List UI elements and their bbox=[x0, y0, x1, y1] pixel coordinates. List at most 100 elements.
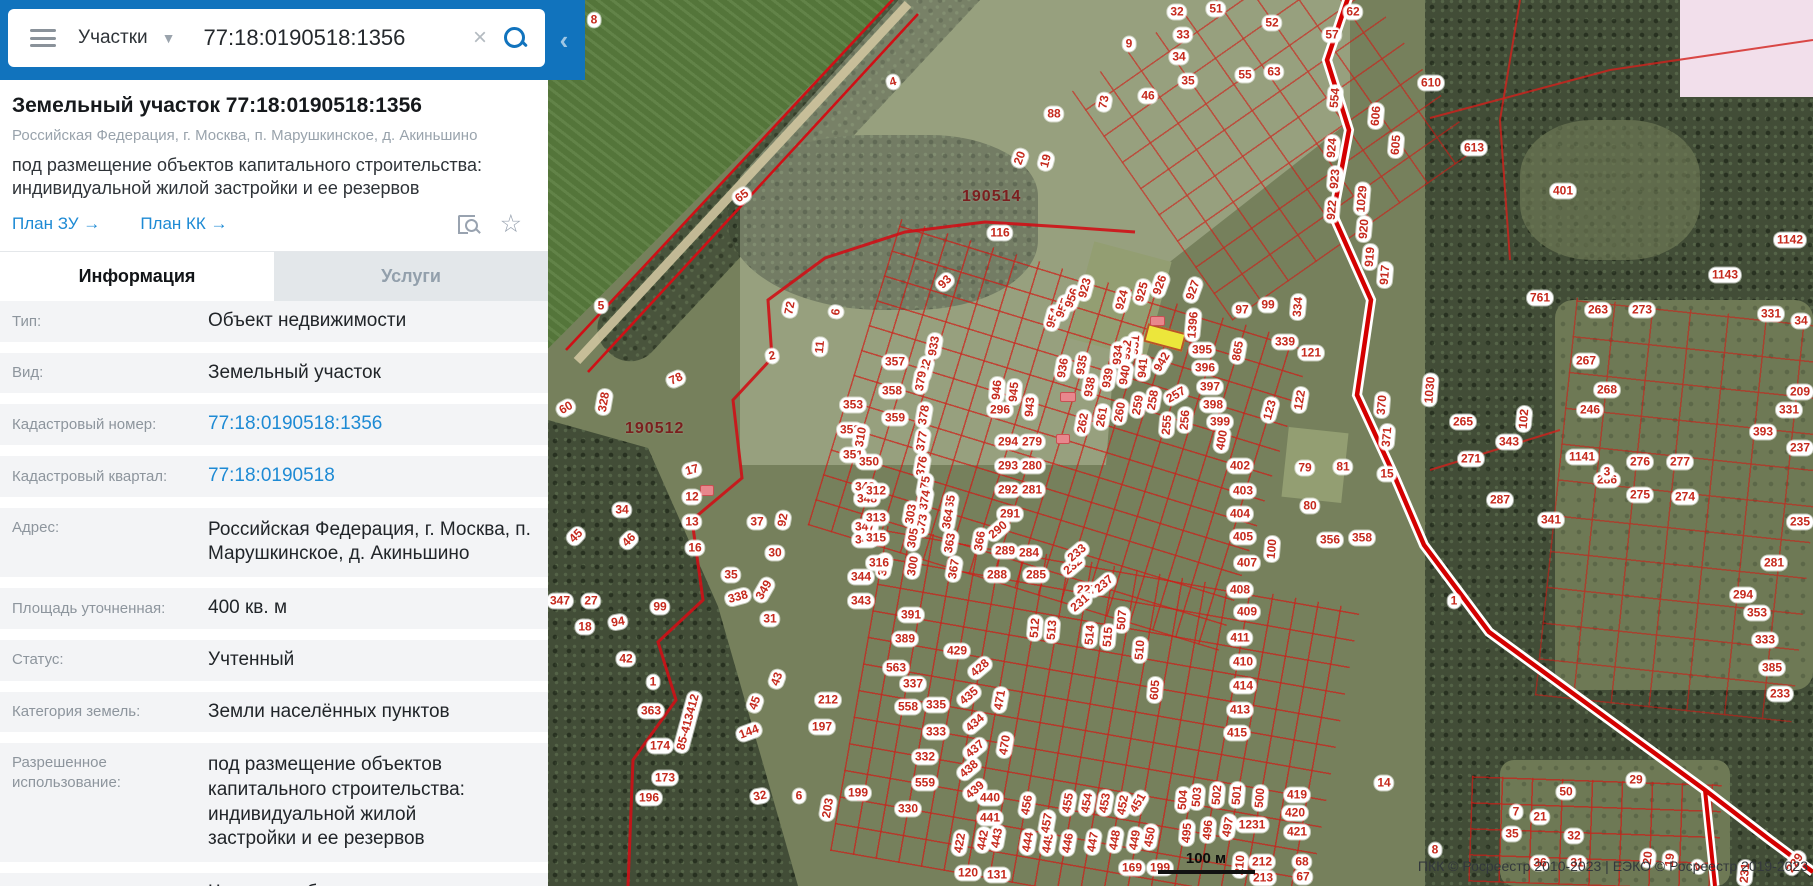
parcel-label: 55 bbox=[1235, 67, 1255, 83]
chevron-down-icon[interactable]: ▼ bbox=[162, 30, 176, 46]
parcel-label: 338 bbox=[723, 586, 753, 608]
parcel-label: 34 bbox=[612, 502, 632, 518]
parcel-label: 452 bbox=[1113, 790, 1133, 820]
parcel-label: 349 bbox=[750, 574, 778, 606]
parcel-label: 267 bbox=[1572, 353, 1600, 369]
parcel-label: 305 bbox=[903, 523, 923, 553]
parcel-label: 356 bbox=[1316, 532, 1344, 548]
collapse-panel-icon[interactable]: ‹ bbox=[546, 22, 582, 58]
parcel-label: 20 bbox=[1009, 146, 1031, 170]
parcel-label: 558 bbox=[894, 699, 922, 715]
parcel-label: 415 bbox=[1223, 725, 1251, 741]
parcel-label: 407 bbox=[1233, 555, 1261, 571]
table-row: Разрешенное использование: под размещение… bbox=[0, 743, 548, 862]
parcel-label: 237 bbox=[1786, 440, 1813, 456]
parcel-label: 761 bbox=[1526, 290, 1554, 306]
cadastral-quarter-link[interactable]: 77:18:0190518 bbox=[208, 464, 536, 489]
parcel-label: 350 bbox=[855, 454, 883, 470]
parcel-label: 613 bbox=[1460, 140, 1488, 156]
parcel-label: 18 bbox=[575, 619, 595, 635]
cadastral-number-link[interactable]: 77:18:0190518:1356 bbox=[208, 412, 536, 437]
parcel-label: 31 bbox=[760, 611, 780, 627]
clear-search-icon[interactable]: × bbox=[473, 24, 487, 52]
parcel-label: 235 bbox=[1786, 514, 1813, 530]
parcel-label: 4 bbox=[884, 73, 902, 91]
table-row: Тип: Объект недвижимости bbox=[0, 301, 548, 342]
search-icon[interactable] bbox=[503, 26, 528, 50]
parcel-label: 337 bbox=[899, 676, 927, 692]
plan-zu-link[interactable]: План ЗУ → bbox=[12, 214, 100, 234]
info-rows: Тип: Объект недвижимости Вид: Земельный уч… bbox=[0, 301, 548, 886]
parcel-label: 398 bbox=[1199, 397, 1227, 413]
parcel-label: 34 bbox=[1791, 313, 1811, 329]
parcel-label: 1029 bbox=[1353, 182, 1371, 216]
parcel-label: 144 bbox=[734, 720, 764, 744]
parcel-label: 367 bbox=[944, 554, 964, 584]
favorite-star-icon[interactable]: ☆ bbox=[500, 212, 522, 237]
parcel-label: 444 bbox=[1018, 827, 1038, 857]
parcel-label: 605 bbox=[1387, 131, 1405, 159]
parcel-label: 45 bbox=[563, 523, 589, 549]
parcel-label: 57 bbox=[1322, 27, 1342, 43]
parcel-label: 27 bbox=[581, 593, 601, 609]
parcel-label: 344 bbox=[847, 569, 875, 585]
parcel-label: 21 bbox=[1530, 809, 1550, 825]
parcel-label: 496 bbox=[1199, 816, 1217, 844]
parcel-label: 927 bbox=[1181, 275, 1205, 305]
parcel-label: 277 bbox=[1666, 454, 1694, 470]
parcel-label: 393 bbox=[1749, 424, 1777, 440]
parcel-label: 45 bbox=[744, 691, 766, 715]
parcel-label: 358 bbox=[878, 383, 906, 399]
parcel-label: 121 bbox=[1297, 345, 1325, 361]
parcel-label: 289 bbox=[991, 543, 1019, 559]
parcel-label: 1141 bbox=[1565, 449, 1599, 465]
parcel-label: 411 bbox=[1227, 630, 1253, 646]
parcel-label: 422 bbox=[950, 828, 970, 858]
parcel-label: 358 bbox=[1348, 530, 1376, 546]
tab-services[interactable]: Услуги bbox=[274, 252, 548, 301]
parcel-label: 11 bbox=[811, 337, 829, 357]
parcel-label: 265 bbox=[1449, 414, 1477, 430]
menu-icon[interactable] bbox=[30, 29, 56, 47]
parcel-label: 395 bbox=[1188, 342, 1216, 358]
parcel-label: 923 bbox=[1326, 165, 1344, 193]
parcel-label: 936 bbox=[1053, 353, 1073, 383]
parcel-label: 256 bbox=[1176, 406, 1194, 434]
parcel-label: 281 bbox=[1760, 555, 1788, 571]
parcel-label: 279 bbox=[1018, 434, 1046, 450]
page-title: Земельный участок 77:18:0190518:1356 bbox=[12, 94, 422, 117]
parcel-label: 285 bbox=[1022, 567, 1050, 583]
parcel-label: 563 bbox=[882, 660, 910, 676]
map-attribution: ПКК © Росреестр 2010-2023 | ЕЭКО © Росре… bbox=[1417, 858, 1808, 874]
parcel-label: 79 bbox=[1295, 460, 1315, 476]
parcel-label: 408 bbox=[1226, 582, 1254, 598]
tab-information[interactable]: Информация bbox=[0, 252, 274, 301]
parcel-label: 942 bbox=[1148, 346, 1176, 378]
parcel-label: 450 bbox=[1140, 822, 1160, 852]
parcel-label: 212 bbox=[1248, 854, 1276, 870]
parcel-label: 353 bbox=[839, 397, 867, 413]
quarter-label-190514: 190514 bbox=[962, 188, 1022, 205]
parcel-label: 46 bbox=[616, 527, 642, 553]
parcel-label: 296 bbox=[986, 402, 1014, 418]
parcel-label: 335 bbox=[922, 697, 950, 713]
parcel-label: 81 bbox=[1333, 459, 1353, 475]
search-category-select[interactable]: Участки bbox=[78, 27, 148, 49]
zoom-to-object-icon[interactable] bbox=[457, 213, 482, 235]
parcel-label: 1396 bbox=[1184, 308, 1202, 342]
parcel-label: 92 bbox=[773, 509, 793, 531]
parcel-label: 400 bbox=[1212, 425, 1232, 455]
parcel-label: 32 bbox=[749, 786, 771, 806]
parcel-label: 50 bbox=[1556, 784, 1576, 800]
parcel-label: 454 bbox=[1077, 788, 1097, 818]
parcel-label: 288 bbox=[983, 567, 1011, 583]
plan-kk-link[interactable]: План КК → bbox=[140, 214, 227, 234]
search-input[interactable] bbox=[201, 24, 473, 52]
parcel-label: 503 bbox=[1188, 783, 1206, 811]
parcel-label: 1030 bbox=[1421, 373, 1439, 407]
quarter-label-190512: 190512 bbox=[625, 420, 685, 437]
scale-bar-label: 100 м bbox=[1185, 850, 1227, 867]
parcel-label: 414 bbox=[1229, 678, 1257, 694]
parcel-label: 212 bbox=[814, 692, 842, 708]
parcel-label: 46 bbox=[1138, 88, 1158, 104]
